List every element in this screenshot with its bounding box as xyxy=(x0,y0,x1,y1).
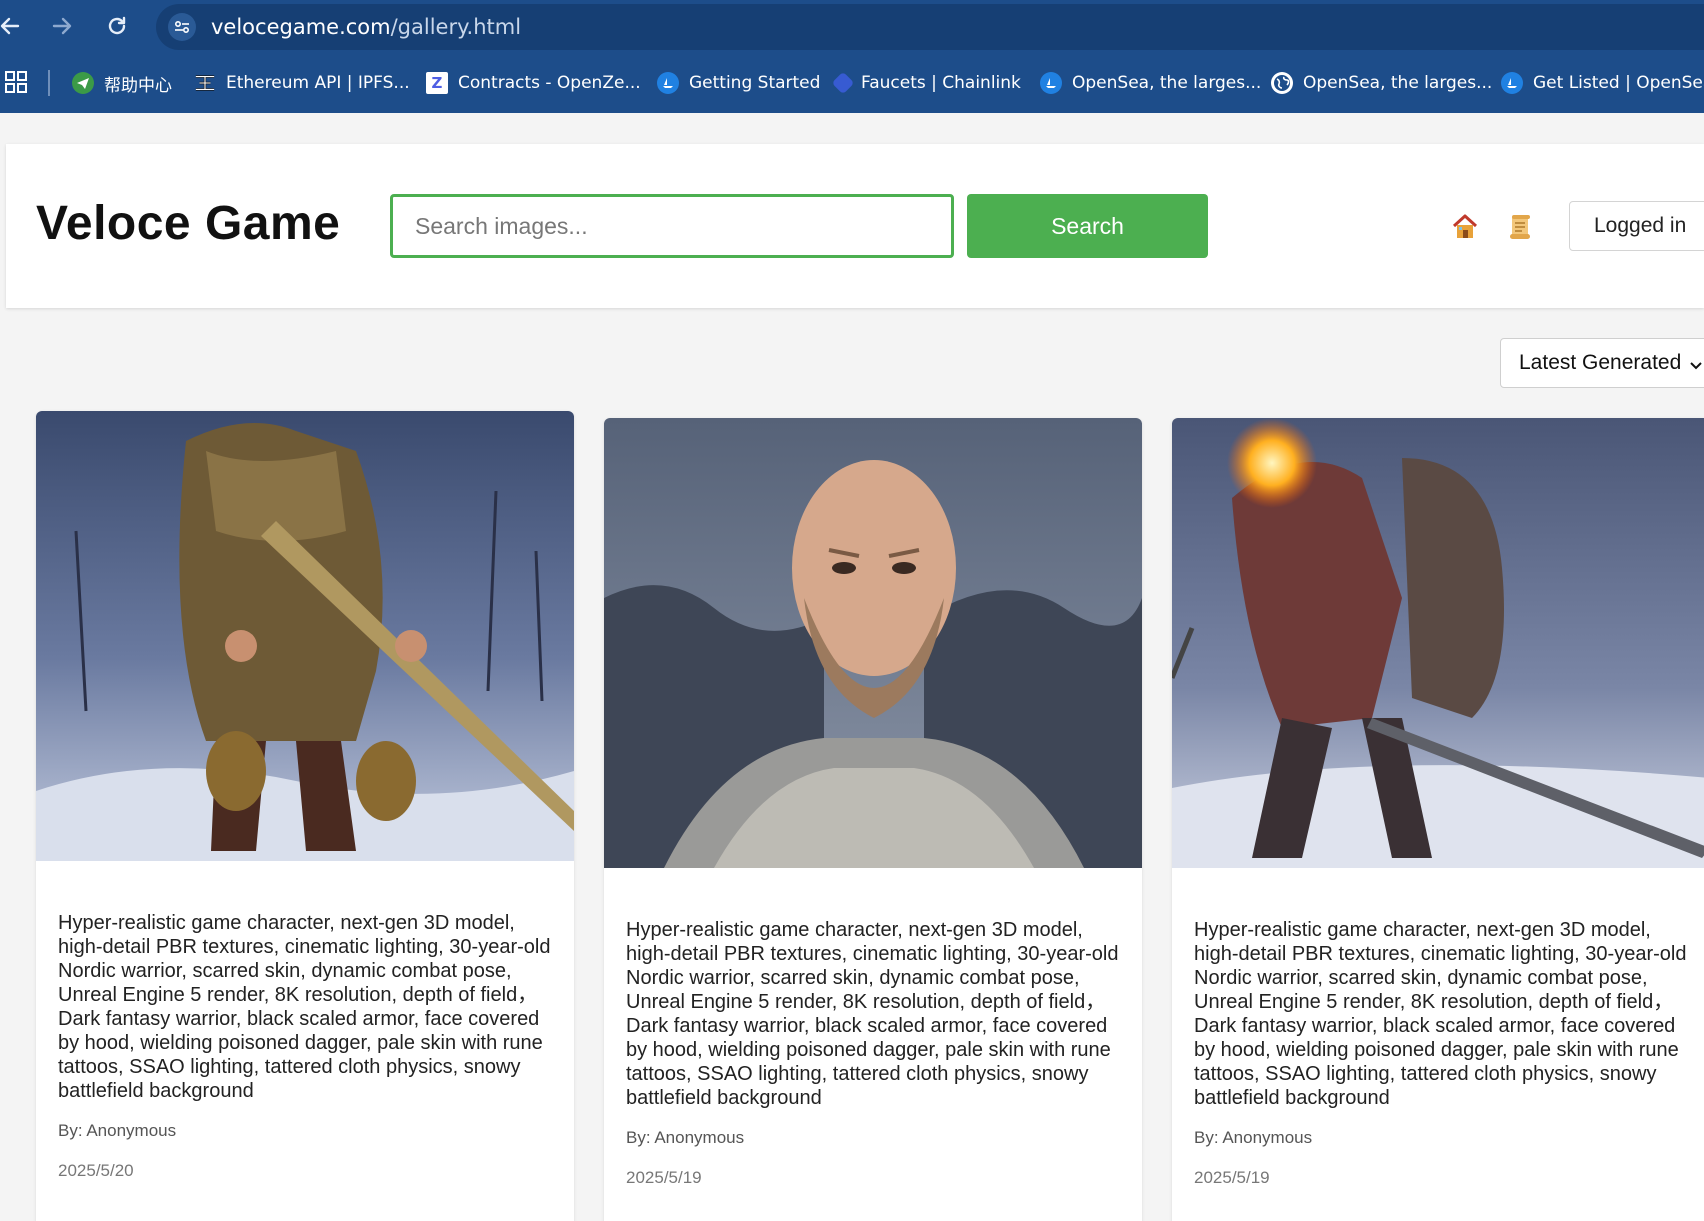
bookmark-opensea-2[interactable]: OpenSea, the larges... xyxy=(1271,68,1492,98)
card-author: By: Anonymous xyxy=(58,1121,177,1140)
infura-icon xyxy=(194,72,216,94)
bookmarks-divider xyxy=(48,70,50,96)
chevron-down-icon xyxy=(1689,355,1703,370)
apps-grid-icon[interactable] xyxy=(4,70,28,94)
bookmark-ethereum-api[interactable]: Ethereum API | IPFS... xyxy=(194,68,410,98)
card-date: 2025/5/19 xyxy=(626,1168,702,1187)
globe-icon xyxy=(1271,72,1293,94)
bookmark-label: Ethereum API | IPFS... xyxy=(226,73,410,93)
bookmark-getting-started[interactable]: Getting Started xyxy=(657,68,820,98)
bookmark-label: Faucets | Chainlink xyxy=(861,73,1021,93)
chainlink-icon xyxy=(831,71,855,95)
paper-plane-icon xyxy=(72,72,94,94)
openzeppelin-icon: Z xyxy=(426,72,448,94)
bookmark-label: 帮助中心 xyxy=(104,75,172,96)
opensea-icon xyxy=(1040,72,1062,94)
url-host: velocegame.com xyxy=(211,15,391,39)
site-header: Veloce Game Search Logged in xyxy=(6,144,1704,308)
browser-chrome: velocegame.com/gallery.html 帮助中心 Ethereu… xyxy=(0,0,1704,113)
opensea-icon xyxy=(657,72,679,94)
search-button[interactable]: Search xyxy=(967,194,1208,258)
sort-select[interactable]: Latest Generated xyxy=(1500,338,1704,388)
card-prompt: Hyper-realistic game character, next-gen… xyxy=(626,919,1119,1109)
card-author: By: Anonymous xyxy=(1194,1128,1313,1147)
bookmark-chainlink[interactable]: Faucets | Chainlink xyxy=(831,68,1021,98)
card-date: 2025/5/19 xyxy=(1194,1168,1270,1187)
bookmark-get-listed[interactable]: Get Listed | OpenSea xyxy=(1501,68,1704,98)
logged-in-button[interactable]: Logged in xyxy=(1569,201,1704,251)
url-text: velocegame.com/gallery.html xyxy=(211,15,521,39)
card-image[interactable] xyxy=(1172,418,1704,868)
opensea-icon xyxy=(1501,72,1523,94)
gallery-card[interactable]: Hyper-realistic game character, next-gen… xyxy=(1172,418,1704,1221)
address-bar[interactable]: velocegame.com/gallery.html xyxy=(156,4,1704,50)
url-path: /gallery.html xyxy=(390,15,522,39)
sort-selected-value: Latest Generated xyxy=(1519,351,1682,374)
bookmark-label: OpenSea, the larges... xyxy=(1072,73,1262,93)
card-image[interactable] xyxy=(604,418,1142,868)
back-arrow-icon[interactable] xyxy=(0,8,28,44)
bookmark-openzeppelin[interactable]: Z Contracts - OpenZe... xyxy=(426,68,641,98)
card-prompt: Hyper-realistic game character, next-gen… xyxy=(58,912,551,1102)
forward-arrow-icon[interactable] xyxy=(44,8,80,44)
card-author: By: Anonymous xyxy=(626,1128,745,1147)
card-prompt: Hyper-realistic game character, next-gen… xyxy=(1194,919,1687,1109)
card-image[interactable] xyxy=(36,411,574,861)
gallery-card[interactable]: Hyper-realistic game character, next-gen… xyxy=(604,418,1142,1221)
house-icon[interactable] xyxy=(1450,212,1480,242)
bookmark-help-center[interactable]: 帮助中心 xyxy=(72,68,172,98)
site-info-icon[interactable] xyxy=(168,13,196,41)
address-bar-row: velocegame.com/gallery.html xyxy=(0,0,1704,52)
bookmark-label: Get Listed | OpenSea xyxy=(1533,73,1704,93)
reload-icon[interactable] xyxy=(99,8,135,44)
search-input[interactable] xyxy=(390,194,954,258)
site-logo[interactable]: Veloce Game xyxy=(36,196,340,251)
bookmarks-bar: 帮助中心 Ethereum API | IPFS... Z Contracts … xyxy=(0,60,1704,106)
bookmark-label: OpenSea, the larges... xyxy=(1303,73,1493,93)
card-date: 2025/5/20 xyxy=(58,1161,134,1180)
gallery-card[interactable]: Hyper-realistic game character, next-gen… xyxy=(36,411,574,1221)
bookmark-opensea-1[interactable]: OpenSea, the larges... xyxy=(1040,68,1261,98)
bookmark-label: Contracts - OpenZe... xyxy=(458,73,641,93)
scroll-icon[interactable] xyxy=(1505,212,1535,242)
bookmark-label: Getting Started xyxy=(689,73,821,93)
